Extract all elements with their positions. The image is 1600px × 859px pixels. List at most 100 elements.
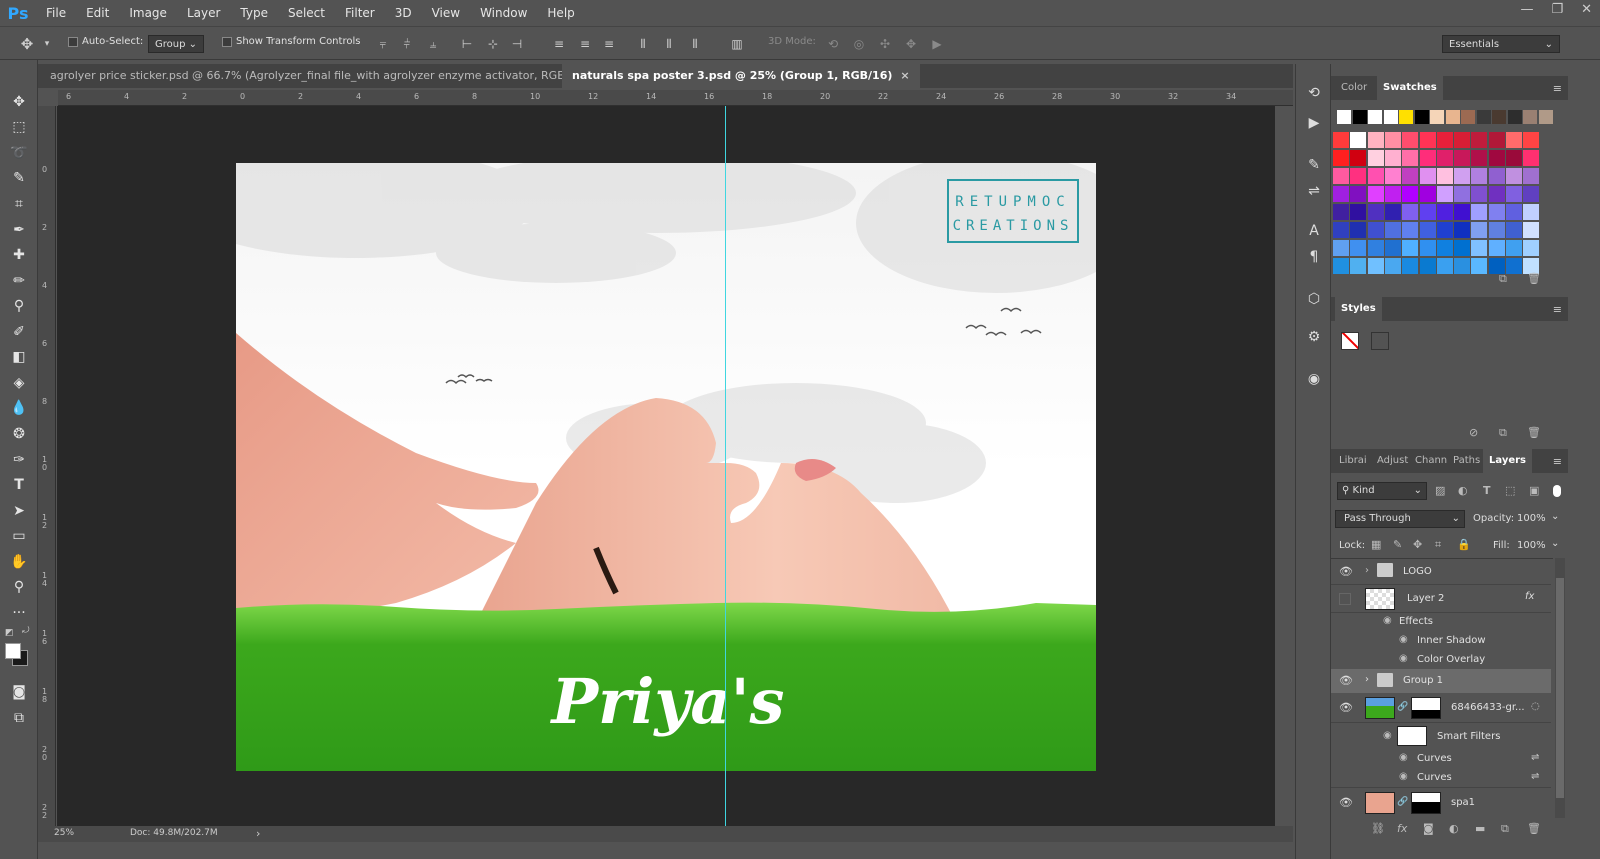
swatch[interactable] (1488, 222, 1505, 238)
chevron-down-icon[interactable]: ⌄ (1551, 511, 1559, 522)
swatch[interactable] (1402, 222, 1419, 238)
tab-paths[interactable]: Paths (1447, 449, 1486, 473)
swatch[interactable] (1523, 240, 1540, 256)
menu-layer[interactable]: Layer (177, 6, 230, 20)
eraser-tool-icon[interactable]: ◧ (9, 347, 29, 367)
swatch[interactable] (1476, 110, 1491, 124)
tab-agrolyer-price-sticker[interactable]: agrolyer price sticker.psd @ 66.7% (Agro… (40, 64, 607, 88)
swatch[interactable] (1350, 258, 1367, 274)
lock-image-icon[interactable]: ✎ (1393, 538, 1402, 551)
new-group-icon[interactable]: ▬ (1475, 822, 1485, 835)
effect-color-overlay-row[interactable]: ◉ Color Overlay (1331, 650, 1551, 669)
swatch[interactable] (1506, 150, 1522, 166)
eye-icon[interactable]: ◉ (1383, 615, 1392, 626)
add-layer-style-icon[interactable]: fx (1397, 822, 1407, 835)
swatch[interactable] (1367, 132, 1384, 148)
swap-colors-icon[interactable]: ⤾ (22, 626, 30, 636)
swatch[interactable] (1506, 132, 1522, 148)
align-left-icon[interactable]: ⊢ (460, 37, 474, 51)
swatch[interactable] (1350, 222, 1367, 238)
menu-image[interactable]: Image (119, 6, 177, 20)
layer-row-68466433[interactable]: 👁 🔗 68466433-gr... ◌ (1331, 693, 1551, 723)
swatch[interactable] (1454, 168, 1471, 184)
rectangle-tool-icon[interactable]: ▭ (9, 526, 29, 546)
swatch[interactable] (1419, 240, 1436, 256)
quick-select-tool-icon[interactable]: ✎ (9, 168, 29, 188)
swatch[interactable] (1399, 110, 1413, 124)
camera-icon[interactable]: ◉ (1305, 370, 1323, 388)
style-default[interactable] (1371, 332, 1389, 350)
visibility-eye-icon[interactable]: 👁 (1339, 701, 1353, 715)
link-icon[interactable]: 🔗 (1397, 797, 1408, 807)
show-transform-checkbox[interactable] (222, 36, 232, 47)
pen-tool-icon[interactable]: ✑ (9, 450, 29, 470)
swatch[interactable] (1506, 258, 1522, 274)
swatch[interactable] (1523, 110, 1537, 124)
brush-presets-icon[interactable]: ✎ (1305, 156, 1323, 174)
distribute-vcenter-icon[interactable]: ≡ (578, 37, 592, 51)
swatch[interactable] (1454, 204, 1471, 220)
swatch[interactable] (1506, 222, 1522, 238)
menu-3d[interactable]: 3D (385, 6, 422, 20)
auto-select-dropdown[interactable]: Group ⌄ (148, 35, 204, 53)
menu-select[interactable]: Select (278, 6, 335, 20)
align-top-icon[interactable]: ⫧ (376, 37, 390, 51)
swatch[interactable] (1367, 258, 1384, 274)
filter-curves-row-2[interactable]: ◉ Curves ⇌ (1331, 768, 1551, 787)
panel-menu-icon[interactable]: ≡ (1553, 82, 1562, 95)
hand-tool-icon[interactable]: ✋ (9, 552, 29, 572)
show-transform-option[interactable]: Show Transform Controls (222, 36, 360, 47)
tab-adjustments[interactable]: Adjust (1371, 449, 1414, 473)
filter-smart-object-icon[interactable]: ▣ (1529, 484, 1539, 497)
layers-scrollbar[interactable] (1555, 558, 1565, 818)
swatch[interactable] (1402, 258, 1419, 274)
swatch[interactable] (1367, 204, 1384, 220)
default-colors-icon[interactable]: ◩ (5, 628, 14, 638)
swatch[interactable] (1333, 240, 1349, 256)
panel-menu-icon[interactable]: ≡ (1553, 455, 1562, 468)
sponge-tool-icon[interactable]: ❂ (9, 424, 29, 444)
menu-view[interactable]: View (422, 6, 470, 20)
swatch[interactable] (1350, 240, 1367, 256)
swatch[interactable] (1419, 186, 1436, 202)
auto-align-icon[interactable]: ▥ (730, 37, 744, 51)
swatch[interactable] (1419, 204, 1436, 220)
link-layers-icon[interactable]: ⛓ (1371, 822, 1385, 835)
lasso-tool-icon[interactable]: ➰ (9, 143, 29, 163)
lock-all-icon[interactable]: 🔒 (1457, 538, 1471, 551)
zoom-level[interactable]: 25% (54, 828, 74, 838)
swatch[interactable] (1333, 258, 1349, 274)
3d-roll-icon[interactable]: ◎ (852, 37, 866, 51)
swatch[interactable] (1384, 150, 1401, 166)
swatch[interactable] (1436, 240, 1453, 256)
lock-position-icon[interactable]: ✥ (1413, 538, 1422, 551)
swatch[interactable] (1471, 186, 1488, 202)
delete-layer-icon[interactable]: 🗑 (1527, 822, 1541, 835)
swatch[interactable] (1454, 150, 1471, 166)
swatch[interactable] (1454, 240, 1471, 256)
swatch[interactable] (1414, 110, 1429, 124)
marquee-tool-icon[interactable]: ⬚ (9, 117, 29, 137)
filter-adjustment-icon[interactable]: ◐ (1458, 484, 1468, 497)
new-style-icon[interactable]: ⧉ (1499, 426, 1507, 440)
scrollbar-thumb[interactable] (1556, 578, 1564, 798)
swatch[interactable] (1445, 110, 1460, 124)
swatch[interactable] (1337, 110, 1351, 124)
swatch[interactable] (1523, 168, 1540, 184)
swatch[interactable] (1454, 258, 1471, 274)
swatch[interactable] (1333, 168, 1349, 184)
swatch[interactable] (1538, 110, 1553, 124)
lock-transparent-icon[interactable]: ▦ (1371, 538, 1381, 551)
filter-toggle-icon[interactable] (1553, 485, 1561, 497)
clone-stamp-tool-icon[interactable]: ⚲ (9, 296, 29, 316)
chevron-right-icon[interactable]: › (1365, 674, 1369, 685)
layer-filter-kind[interactable]: ⚲ Kind ⌄ (1337, 482, 1427, 500)
menu-window[interactable]: Window (470, 6, 537, 20)
tab-color[interactable]: Color (1335, 76, 1373, 100)
swatch[interactable] (1384, 186, 1401, 202)
swatch[interactable] (1454, 222, 1471, 238)
swatch[interactable] (1367, 150, 1384, 166)
more-tools-icon[interactable]: ··· (9, 603, 29, 623)
swatch[interactable] (1507, 110, 1522, 124)
swatch[interactable] (1523, 222, 1540, 238)
